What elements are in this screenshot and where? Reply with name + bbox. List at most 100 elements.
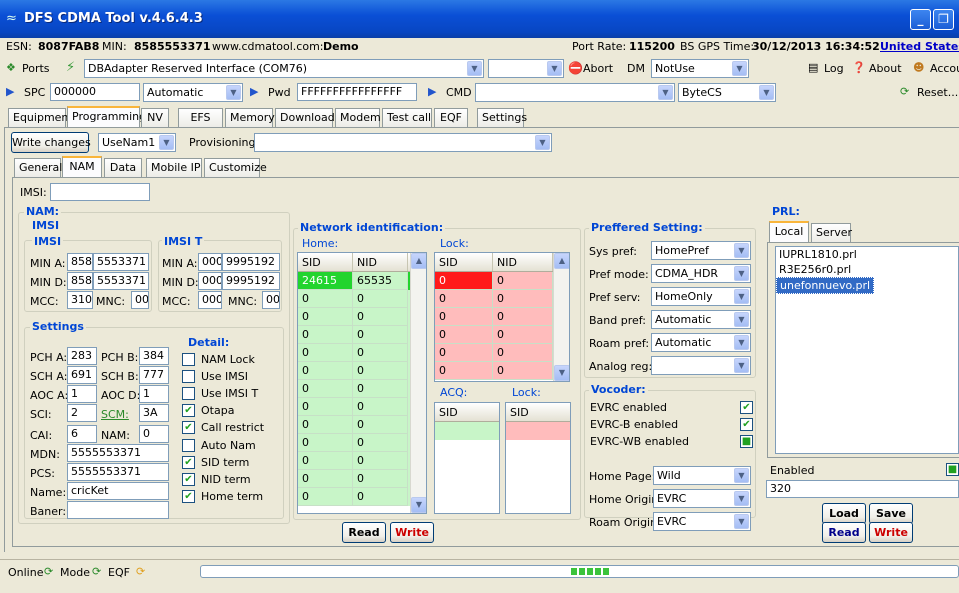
aoc-a-input[interactable]: 1 xyxy=(67,385,97,403)
home-scrollbar[interactable]: ▲ ▼ xyxy=(410,253,426,513)
nam-select[interactable]: UseNam1 ▼ xyxy=(98,133,176,152)
lock-table-row[interactable]: 00 xyxy=(435,290,569,308)
lock-table-row[interactable]: 00 xyxy=(435,272,569,290)
cmd-type-select[interactable]: ByteCS ▼ xyxy=(678,83,776,102)
pwd-input[interactable]: FFFFFFFFFFFFFFFF xyxy=(297,83,417,101)
home-table-row[interactable]: 00 xyxy=(298,434,426,452)
home-nid-cell[interactable]: 0 xyxy=(353,452,408,470)
home-table-row[interactable]: 00 xyxy=(298,362,426,380)
home-nid-cell[interactable]: 0 xyxy=(353,380,408,398)
home-nid-cell[interactable]: 65535 xyxy=(353,272,408,290)
tab-prl-server[interactable]: Server xyxy=(811,223,852,243)
imsi-min-d2-input[interactable]: 5553371 xyxy=(93,272,149,290)
home-nid-cell[interactable]: 0 xyxy=(353,416,408,434)
vocoder-checkbox[interactable]: ✔ xyxy=(740,401,753,414)
home-grid[interactable]: SID NID 24615 65535 0 0 0 0 0 0 0 0 0 0 0 0 0 0 0 0 0 0 0 0 0 0 0… xyxy=(297,252,427,514)
analog-reg-select[interactable]: ▼ xyxy=(651,356,751,375)
pref-serv-select[interactable]: HomeOnly ▼ xyxy=(651,287,751,306)
home-sid-cell[interactable]: 0 xyxy=(298,452,353,470)
lock-sid-cell[interactable]: 0 xyxy=(435,308,493,326)
tab-data[interactable]: Data xyxy=(104,158,142,178)
home-sid-cell[interactable]: 0 xyxy=(298,434,353,452)
detail-checkbox[interactable]: ✔ xyxy=(182,455,195,469)
lock-table-row[interactable]: 00 xyxy=(435,308,569,326)
roam-pref-select[interactable]: Automatic ▼ xyxy=(651,333,751,352)
imsit-min-a2-input[interactable]: 9995192 xyxy=(222,253,280,271)
detail-checkbox[interactable] xyxy=(182,353,195,366)
tab-general[interactable]: General xyxy=(14,158,62,178)
home-nid-cell[interactable]: 0 xyxy=(353,434,408,452)
detail-checkbox[interactable]: ✔ xyxy=(182,489,195,503)
home-nid-cell[interactable]: 0 xyxy=(353,290,408,308)
interface-select[interactable]: DBAdapter Reserved Interface (COM76) ▼ xyxy=(84,59,484,78)
tab-equipment[interactable]: Equipment xyxy=(8,108,73,128)
home-sid-cell[interactable]: 0 xyxy=(298,326,353,344)
lock-sid-cell[interactable]: 0 xyxy=(435,344,493,362)
pch-b-input[interactable]: 384 xyxy=(139,347,169,365)
lock-nid-cell[interactable]: 0 xyxy=(493,290,553,308)
prl-read-button[interactable]: Read xyxy=(822,522,866,543)
lock-sid-cell[interactable]: 0 xyxy=(435,290,493,308)
network-read-button[interactable]: Read xyxy=(342,522,386,543)
tab-eqf[interactable]: EQF xyxy=(434,108,468,128)
home-table-row[interactable]: 24615 65535 xyxy=(298,272,426,290)
minimize-button[interactable]: _ xyxy=(910,9,931,30)
ports-button[interactable]: Ports xyxy=(22,62,50,75)
write-changes-button[interactable]: Write changes xyxy=(11,132,91,153)
band-pref-select[interactable]: Automatic ▼ xyxy=(651,310,751,329)
home-sid-cell[interactable]: 24615 xyxy=(298,272,353,290)
lock-table-row[interactable]: 00 xyxy=(435,362,569,380)
reset-button[interactable]: Reset... xyxy=(917,86,958,99)
detail-checkbox[interactable]: ✔ xyxy=(182,472,195,486)
lock-scrollbar[interactable]: ▲ ▼ xyxy=(553,253,569,381)
home-nid-cell[interactable]: 0 xyxy=(353,344,408,362)
about-button[interactable]: About xyxy=(869,62,902,75)
aoc-d-input[interactable]: 1 xyxy=(139,385,169,403)
cai-input[interactable]: 6 xyxy=(67,425,97,443)
baner-input[interactable] xyxy=(67,501,169,519)
interface2-select[interactable]: ▼ xyxy=(488,59,564,78)
maximize-button[interactable]: ❐ xyxy=(933,9,954,30)
home-table-row[interactable]: 00 xyxy=(298,308,426,326)
detail-checkbox[interactable]: ✔ xyxy=(182,404,195,418)
lock-nid-cell[interactable]: 0 xyxy=(493,344,553,362)
imsit-min-d2-input[interactable]: 9995192 xyxy=(222,272,280,290)
tab-nam[interactable]: NAM xyxy=(62,156,102,178)
sci-input[interactable]: 2 xyxy=(67,404,97,422)
home-table-row[interactable]: 00 xyxy=(298,326,426,344)
home-nid-cell[interactable]: 0 xyxy=(353,308,408,326)
lock-nid-cell[interactable]: 0 xyxy=(493,308,553,326)
tab-nv[interactable]: NV xyxy=(141,108,169,128)
scm-link[interactable]: SCM: xyxy=(101,408,129,421)
tab-test-call[interactable]: Test call xyxy=(382,108,432,128)
vocoder-checkbox[interactable]: ■ xyxy=(740,435,753,448)
lock-sid-cell[interactable]: 0 xyxy=(435,362,493,380)
home-page-select[interactable]: Wild ▼ xyxy=(653,466,751,485)
lock-table-row[interactable]: 00 xyxy=(435,344,569,362)
sys-pref-select[interactable]: HomePref ▼ xyxy=(651,241,751,260)
imsi-min-a1-input[interactable]: 858 xyxy=(67,253,93,271)
tab-download[interactable]: Download xyxy=(275,108,335,128)
acq-grid[interactable]: SID xyxy=(434,402,500,514)
home-nid-cell[interactable]: 0 xyxy=(353,488,408,506)
pch-a-input[interactable]: 283 xyxy=(67,347,97,365)
prl-write-button[interactable]: Write xyxy=(869,522,913,543)
prl-file-item[interactable]: IUPRL1810.prl xyxy=(776,247,958,262)
home-sid-cell[interactable]: 0 xyxy=(298,488,353,506)
lock-nid-cell[interactable]: 0 xyxy=(493,362,553,380)
cmd-select[interactable]: ▼ xyxy=(475,83,675,102)
scm-input[interactable]: 3A xyxy=(139,404,169,422)
lock-table-row[interactable]: 00 xyxy=(435,326,569,344)
tab-programming[interactable]: Programming xyxy=(67,106,146,128)
provisioning-select[interactable]: ▼ xyxy=(254,133,552,152)
prl-save-button[interactable]: Save xyxy=(869,503,913,524)
home-table-row[interactable]: 00 xyxy=(298,452,426,470)
lock-sid-cell[interactable]: 0 xyxy=(435,326,493,344)
pref-mode-select[interactable]: CDMA_HDR ▼ xyxy=(651,264,751,283)
home-table-row[interactable]: 00 xyxy=(298,398,426,416)
home-table-row[interactable]: 00 xyxy=(298,416,426,434)
imsit-min-d1-input[interactable]: 000 xyxy=(198,272,222,290)
roam-origin-select[interactable]: EVRC ▼ xyxy=(653,512,751,531)
account-button[interactable]: Accou xyxy=(930,62,959,75)
imsi-min-d1-input[interactable]: 858 xyxy=(67,272,93,290)
